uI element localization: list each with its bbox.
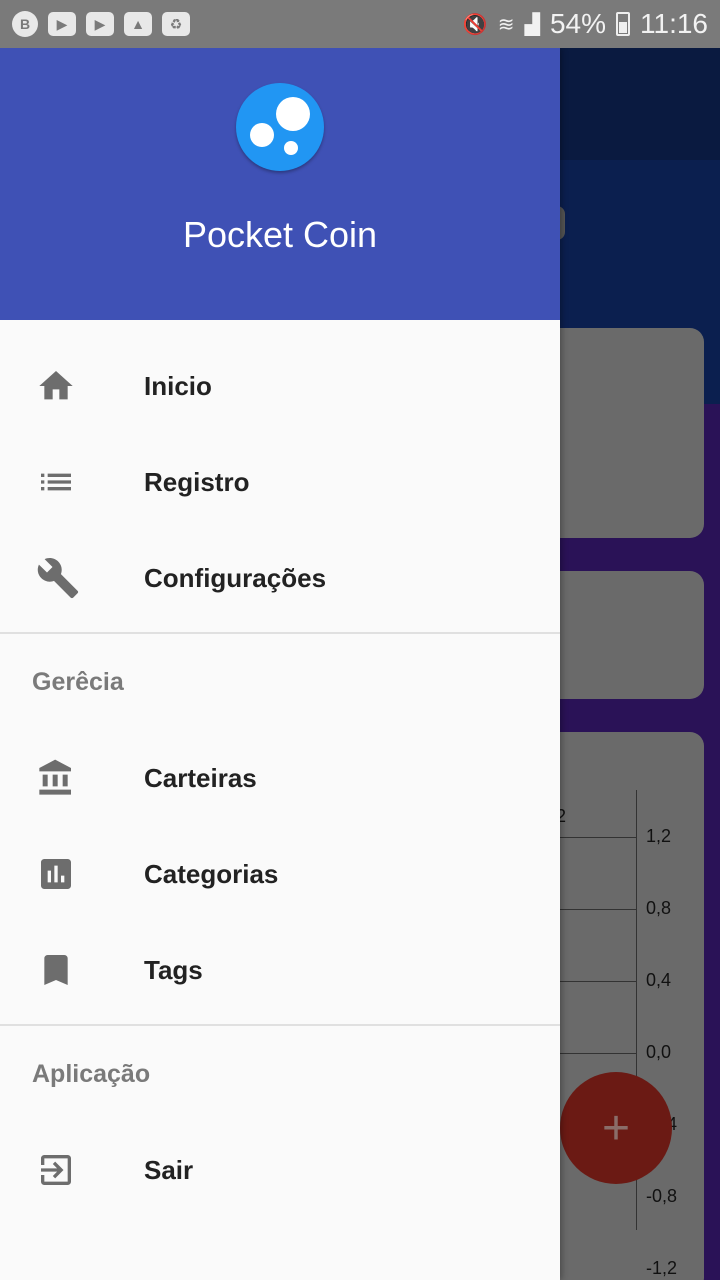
menu-item-label: Categorias <box>144 858 279 889</box>
chart-tick-label: 0,0 <box>646 1042 672 1062</box>
navigation-drawer: Pocket Coin Inicio Registro Configuraçõe… <box>0 48 560 1280</box>
bar-chart-icon <box>0 854 144 894</box>
plus-icon: + <box>601 1101 631 1155</box>
menu-item-label: Carteiras <box>144 762 257 793</box>
drawer-menu: Inicio Registro Configurações Gerêcia Ca… <box>0 320 560 1218</box>
wifi-icon: ≋ <box>497 13 515 36</box>
image-icon: ▲ <box>124 12 152 36</box>
add-fab-button[interactable]: + <box>560 1072 672 1184</box>
app-logo-icon <box>236 83 324 171</box>
menu-item-inicio[interactable]: Inicio <box>0 338 560 434</box>
menu-item-label: Inicio <box>144 370 212 401</box>
app-title: Pocket Coin <box>182 214 378 255</box>
youtube-icon: ▶ <box>86 12 114 36</box>
list-icon <box>0 462 144 502</box>
chart-tick-label: 0,4 <box>646 970 672 990</box>
bg-chart-card <box>544 732 704 1280</box>
menu-item-sair[interactable]: Sair <box>0 1122 560 1218</box>
menu-item-tags[interactable]: Tags <box>0 922 560 1018</box>
chart-gridline <box>560 837 637 838</box>
chart-gridline <box>560 981 637 982</box>
bookmark-icon <box>0 950 144 990</box>
chart-tick-label: -0,8 <box>646 1186 678 1206</box>
battery-percent: 54% <box>549 8 606 39</box>
menu-item-label: Configurações <box>144 562 327 593</box>
signal-icon: ▟ <box>524 13 540 36</box>
chart-tick-label: 1,2 <box>646 826 672 846</box>
bg-card <box>544 328 704 538</box>
bank-icon <box>0 758 144 798</box>
menu-item-label: Registro <box>144 466 250 497</box>
exit-icon <box>0 1150 144 1190</box>
chart-gridline <box>560 909 637 910</box>
menu-item-carteiras[interactable]: Carteiras <box>0 730 560 826</box>
chart-tick-label: -1,2 <box>646 1258 678 1278</box>
home-icon <box>0 366 144 406</box>
mute-vibrate-icon: 🔇 <box>462 13 488 36</box>
section-header-application: Aplicação <box>32 1059 151 1088</box>
chart-gridline <box>560 1053 637 1054</box>
b-circle-icon: B <box>12 11 38 37</box>
menu-item-categorias[interactable]: Categorias <box>0 826 560 922</box>
battery-icon <box>616 12 630 36</box>
chart-tick-label: 0,8 <box>646 898 672 918</box>
clock: 11:16 <box>640 8 708 39</box>
section-header-management: Gerêcia <box>32 667 124 696</box>
bg-card <box>544 571 704 699</box>
status-bar: B ▶ ▶ ▲ ♻ 🔇 ≋ ▟ 54% 11:16 <box>0 0 720 48</box>
wrench-icon <box>0 556 144 600</box>
menu-item-configuracoes[interactable]: Configurações <box>0 530 560 626</box>
recycle-battery-icon: ♻ <box>162 12 190 36</box>
youtube-icon: ▶ <box>48 12 76 36</box>
drawer-header: Pocket Coin <box>0 48 560 320</box>
menu-item-label: Sair <box>144 1154 194 1185</box>
menu-item-registro[interactable]: Registro <box>0 434 560 530</box>
menu-item-label: Tags <box>144 954 203 985</box>
